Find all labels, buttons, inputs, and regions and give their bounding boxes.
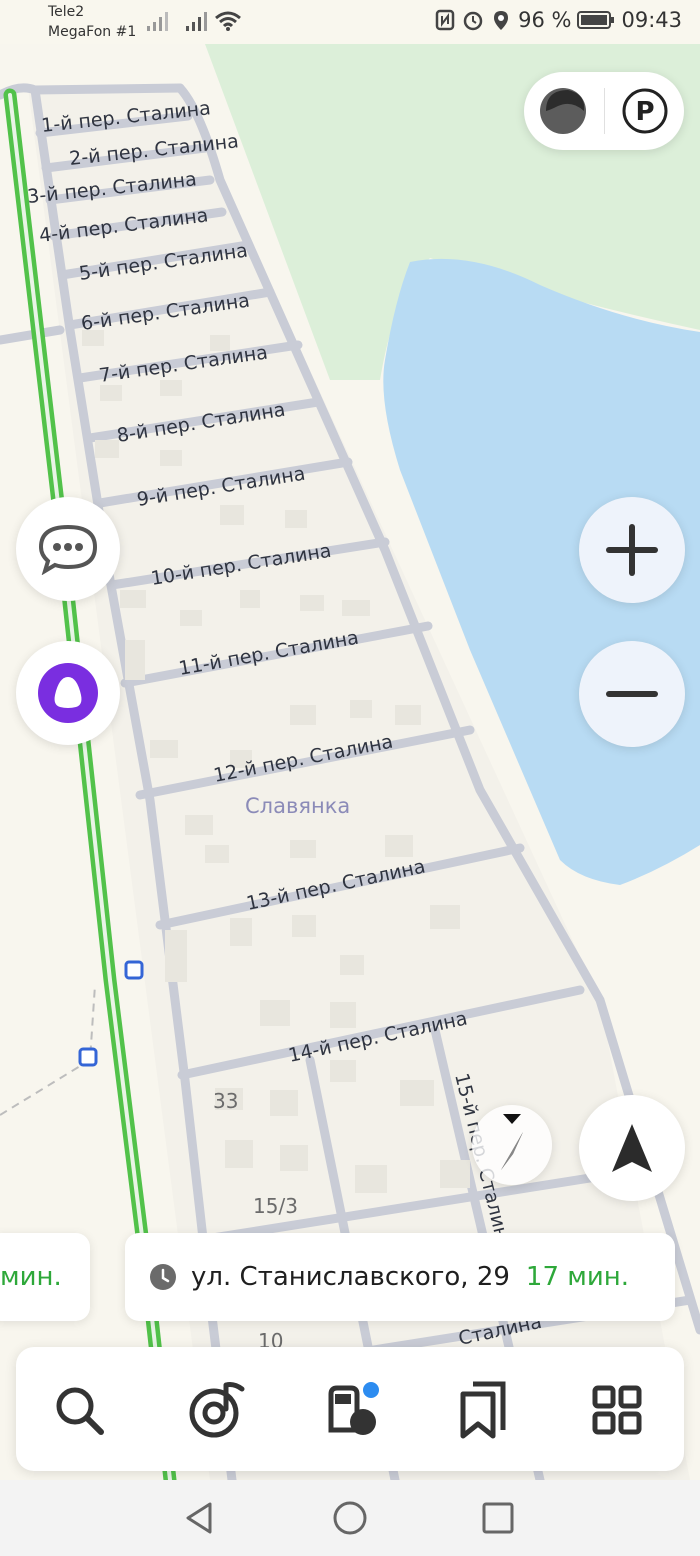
layers-pill: P [524, 72, 684, 150]
gas-station-button[interactable] [320, 1377, 386, 1443]
system-navigation-bar [0, 1480, 700, 1556]
bookmarks-button[interactable] [450, 1377, 516, 1443]
carrier-2: MegaFon #1 [48, 24, 137, 40]
status-bar: Tele2 MegaFon #1 96 % 09:43 [0, 0, 700, 44]
locality-label: Славянка [245, 794, 350, 818]
bus-stop-icon[interactable] [124, 960, 144, 980]
navigate-button[interactable] [579, 1095, 685, 1201]
parking-icon: P [622, 88, 668, 134]
alice-voice-icon [38, 663, 98, 723]
route-time: мин. [0, 1262, 62, 1292]
nfc-icon [435, 9, 455, 31]
traffic-layer-button[interactable] [538, 86, 588, 136]
battery-percent: 96 % [518, 8, 572, 32]
pill-divider [604, 88, 605, 134]
parking-label: P [635, 97, 654, 127]
location-icon [494, 11, 509, 30]
back-button[interactable] [180, 1498, 220, 1538]
house-number: 33 [213, 1089, 238, 1113]
music-icon [189, 1382, 245, 1438]
home-button[interactable] [330, 1498, 370, 1538]
chat-icon [38, 524, 98, 575]
search-icon [56, 1387, 104, 1435]
bus-stop-icon[interactable] [78, 1047, 98, 1067]
minus-icon [606, 691, 658, 697]
clock-time: 09:43 [621, 8, 682, 32]
home-icon [333, 1501, 367, 1535]
chat-button[interactable] [16, 497, 120, 601]
house-number: 15/3 [253, 1194, 298, 1218]
gas-station-icon [328, 1382, 379, 1435]
alice-button[interactable] [16, 641, 120, 745]
search-button[interactable] [46, 1377, 112, 1443]
compass-icon [501, 1114, 523, 1170]
wifi-icon [215, 11, 241, 31]
clock-icon [150, 1264, 176, 1290]
zoom-out-button[interactable] [579, 641, 685, 747]
bottom-toolbar [16, 1347, 684, 1471]
route-chip[interactable]: ул. Станиславского, 29 17 мин. [125, 1233, 675, 1321]
route-time: 17 мин. [525, 1262, 630, 1292]
battery-icon [577, 11, 615, 29]
recents-icon [482, 1502, 514, 1534]
zoom-in-button[interactable] [579, 497, 685, 603]
music-button[interactable] [184, 1377, 250, 1443]
navigation-arrow-icon [612, 1124, 652, 1172]
traffic-layer-icon [540, 88, 586, 134]
parking-button[interactable]: P [620, 86, 670, 136]
status-right: 96 % 09:43 [434, 8, 682, 32]
services-button[interactable] [584, 1377, 650, 1443]
plus-icon [606, 524, 658, 576]
route-chip-partial[interactable]: мин. [0, 1233, 90, 1321]
compass-button[interactable] [472, 1105, 552, 1185]
recents-button[interactable] [478, 1498, 518, 1538]
signal-icon [147, 12, 168, 31]
back-icon [186, 1502, 212, 1534]
alarm-icon [463, 11, 483, 31]
signal-icon [186, 12, 207, 31]
services-grid-icon [592, 1385, 642, 1435]
route-address: ул. Станиславского, 29 [191, 1262, 510, 1292]
carrier-1: Tele2 [48, 4, 85, 20]
bookmarks-icon [460, 1381, 506, 1439]
